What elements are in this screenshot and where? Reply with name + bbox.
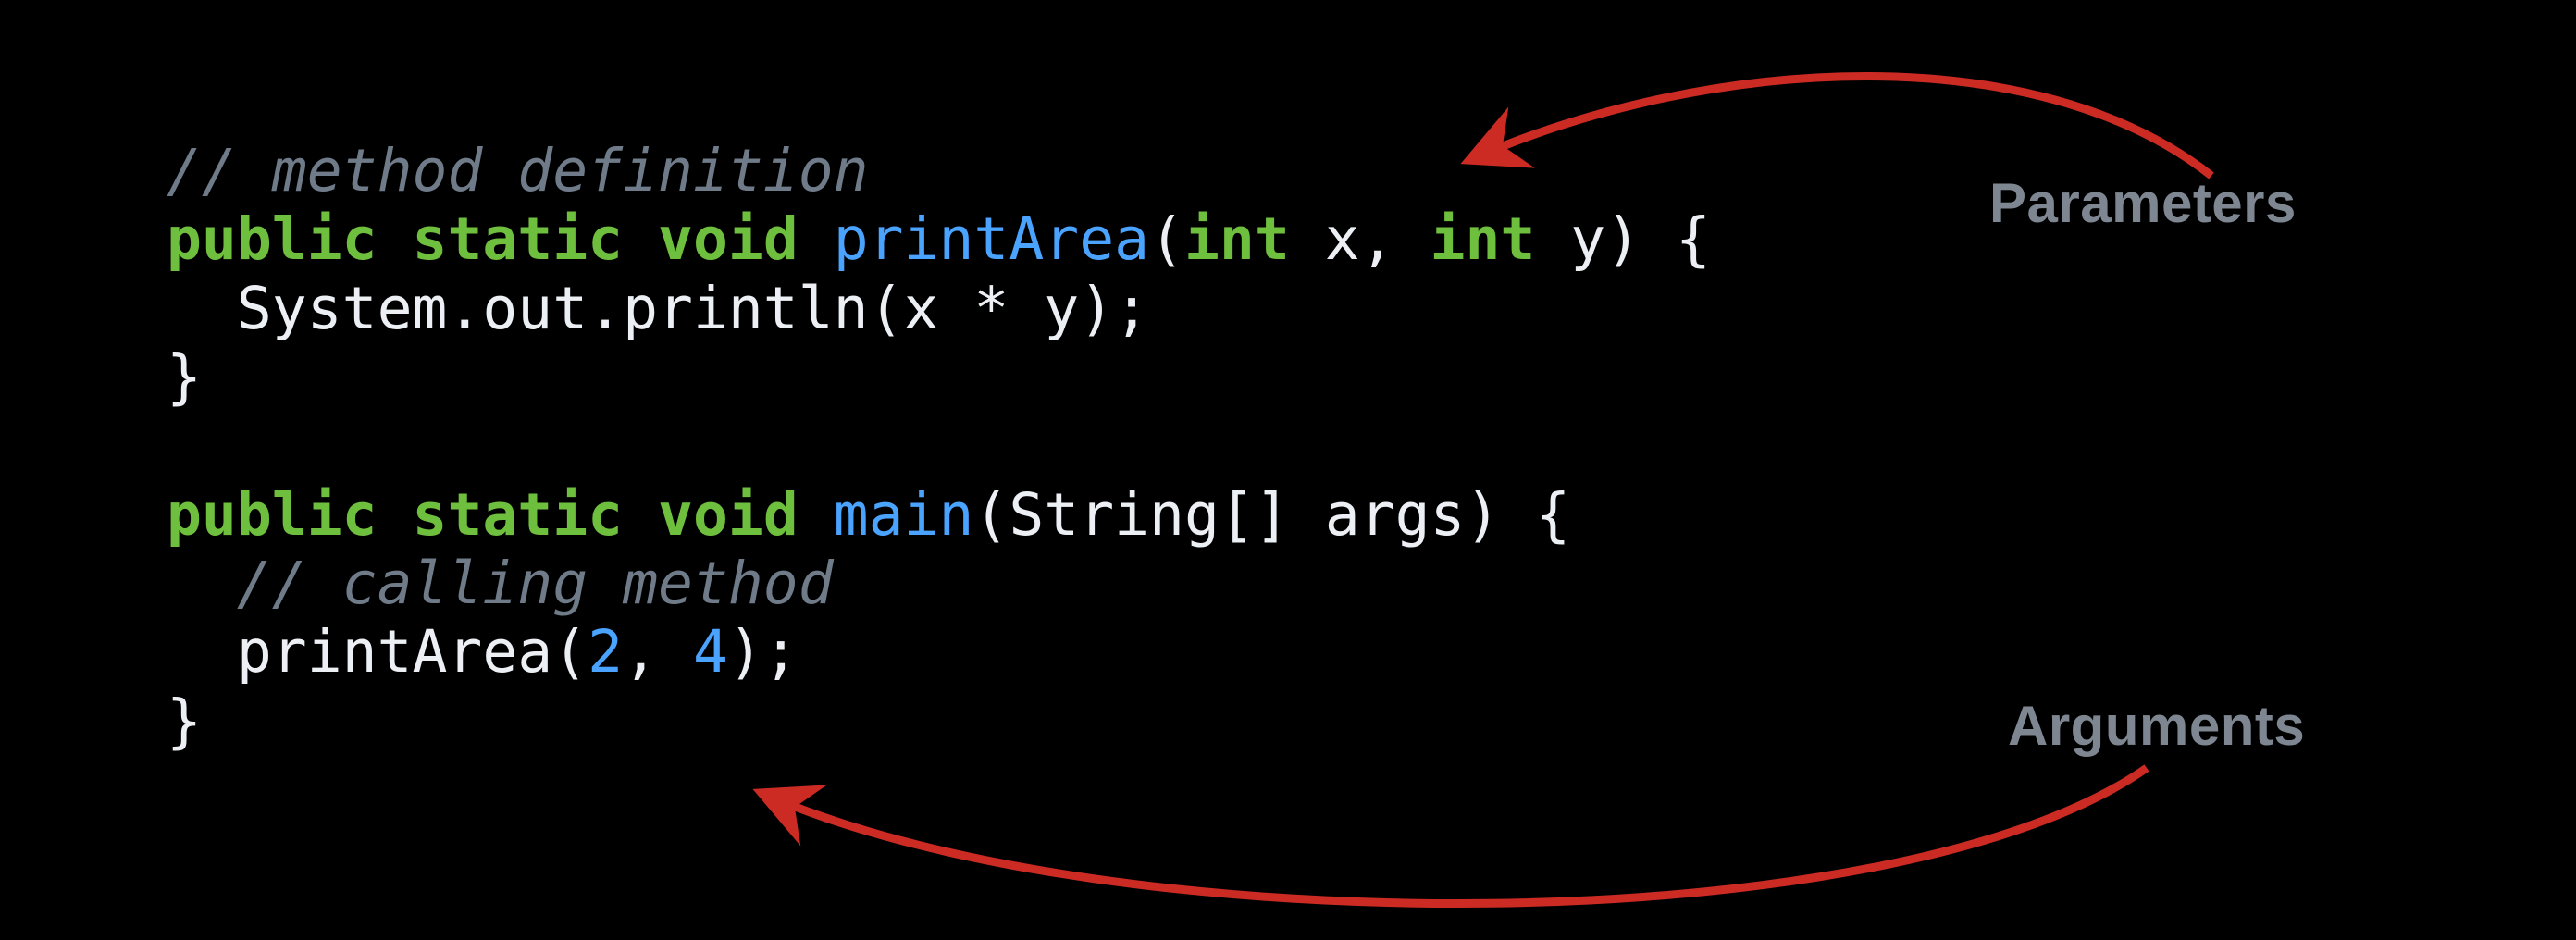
arg-2: 4 <box>693 618 728 686</box>
indent-3 <box>167 618 237 686</box>
arg-1: 2 <box>588 618 623 686</box>
method-printarea: printArea <box>834 205 1149 273</box>
kw-static-2: static <box>413 481 624 549</box>
close-brace-2: } <box>167 687 202 755</box>
paren-close-brace-2: ) { <box>1465 481 1570 549</box>
paren-open-3: ( <box>552 618 588 686</box>
kw-void-2: void <box>658 481 799 549</box>
param-y: y <box>1535 205 1605 273</box>
kw-static-1: static <box>413 205 624 273</box>
kw-public-1: public <box>167 205 378 273</box>
close-brace-1: } <box>167 343 202 411</box>
comment-calling: // calling method <box>237 550 834 617</box>
arrow-arguments <box>768 768 2147 903</box>
indent-1 <box>167 275 237 342</box>
kw-void-1: void <box>658 205 799 273</box>
label-parameters: Parameters <box>1989 171 2297 235</box>
type-int-1: int <box>1184 205 1290 273</box>
paren-open-1: ( <box>1149 205 1184 273</box>
param-x: x <box>1290 205 1360 273</box>
param-args: args <box>1290 481 1466 549</box>
method-body: System.out.println(x * y); <box>237 275 1149 342</box>
type-stringarr: String[] <box>1009 481 1289 549</box>
comma-1: , <box>1360 205 1430 273</box>
kw-public-2: public <box>167 481 378 549</box>
paren-open-2: ( <box>973 481 1009 549</box>
comma-2: , <box>623 618 693 686</box>
type-int-2: int <box>1430 205 1536 273</box>
comment-method-def: // method definition <box>167 137 869 204</box>
label-arguments: Arguments <box>2008 694 2305 758</box>
indent-2 <box>167 550 237 617</box>
diagram-canvas: // method definition public static void … <box>0 0 2576 940</box>
paren-close-brace-1: ) { <box>1605 205 1711 273</box>
code-block: // method definition public static void … <box>167 137 1711 756</box>
method-main: main <box>834 481 974 549</box>
call-printarea: printArea <box>237 618 552 686</box>
paren-close-semi: ); <box>728 618 799 686</box>
